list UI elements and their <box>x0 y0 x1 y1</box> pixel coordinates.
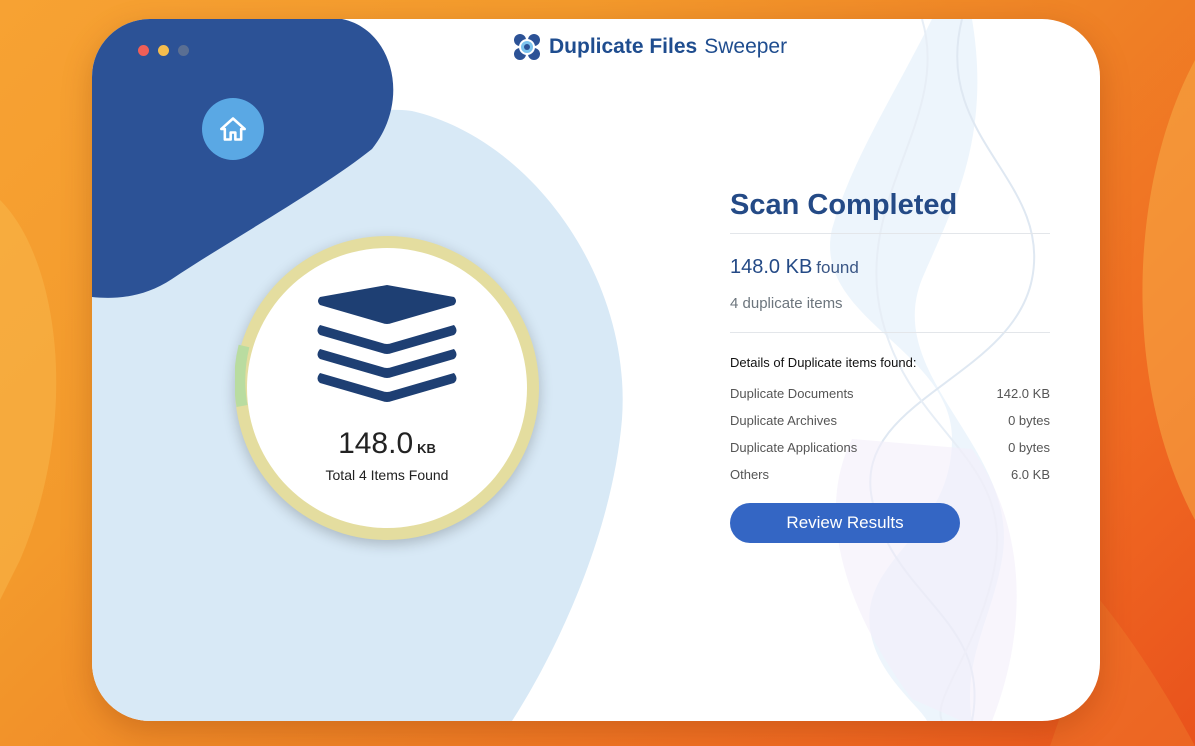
layers-stack-icon <box>317 285 457 402</box>
app-title-light: Sweeper <box>704 35 788 58</box>
detail-row-applications: Duplicate Applications 0 bytes <box>730 440 1050 467</box>
total-size-unit: KB <box>417 441 436 456</box>
detail-label: Duplicate Archives <box>730 413 837 428</box>
close-button[interactable] <box>138 45 149 56</box>
detail-value: 6.0 KB <box>1010 467 1050 482</box>
home-button[interactable] <box>202 98 264 160</box>
total-items-text: Total 4 Items Found <box>325 467 449 483</box>
divider <box>730 332 1050 333</box>
review-results-button[interactable]: Review Results <box>730 503 960 543</box>
app-title: Duplicate Files Sweeper <box>512 32 787 62</box>
found-summary: 148.0 KB found <box>730 256 1050 279</box>
found-word: found <box>816 258 859 277</box>
detail-label: Others <box>730 467 770 482</box>
found-value: 148.0 KB <box>730 256 813 278</box>
app-window: Duplicate Files Sweeper 148.0 KB Total 4 … <box>92 19 1100 721</box>
window-controls <box>138 45 189 56</box>
home-icon <box>220 117 246 141</box>
detail-value: 0 bytes <box>1008 413 1050 428</box>
detail-label: Duplicate Applications <box>730 440 858 455</box>
zoom-button[interactable] <box>178 45 189 56</box>
detail-value: 0 bytes <box>1008 440 1050 455</box>
total-size: 148.0 KB <box>235 427 539 461</box>
duplicate-count: 4 duplicate items <box>730 295 843 312</box>
app-title-strong: Duplicate Files <box>549 35 698 58</box>
scan-title: Scan Completed <box>730 189 958 221</box>
detail-value: 142.0 KB <box>996 386 1051 401</box>
total-size-value: 148.0 <box>338 427 414 460</box>
details-heading: Details of Duplicate items found: <box>730 355 917 370</box>
detail-label: Duplicate Documents <box>730 386 854 401</box>
summary-ring: 148.0 KB Total 4 Items Found <box>235 236 539 540</box>
detail-row-others: Others 6.0 KB <box>730 467 1050 494</box>
detail-row-documents: Duplicate Documents 142.0 KB <box>730 386 1050 413</box>
minimize-button[interactable] <box>158 45 169 56</box>
divider <box>730 233 1050 234</box>
app-logo-icon <box>514 34 540 60</box>
results-panel: Scan Completed 148.0 KB found 4 duplicate… <box>730 189 1050 543</box>
details-list: Duplicate Documents 142.0 KB Duplicate A… <box>730 386 1050 494</box>
detail-row-archives: Duplicate Archives 0 bytes <box>730 413 1050 440</box>
